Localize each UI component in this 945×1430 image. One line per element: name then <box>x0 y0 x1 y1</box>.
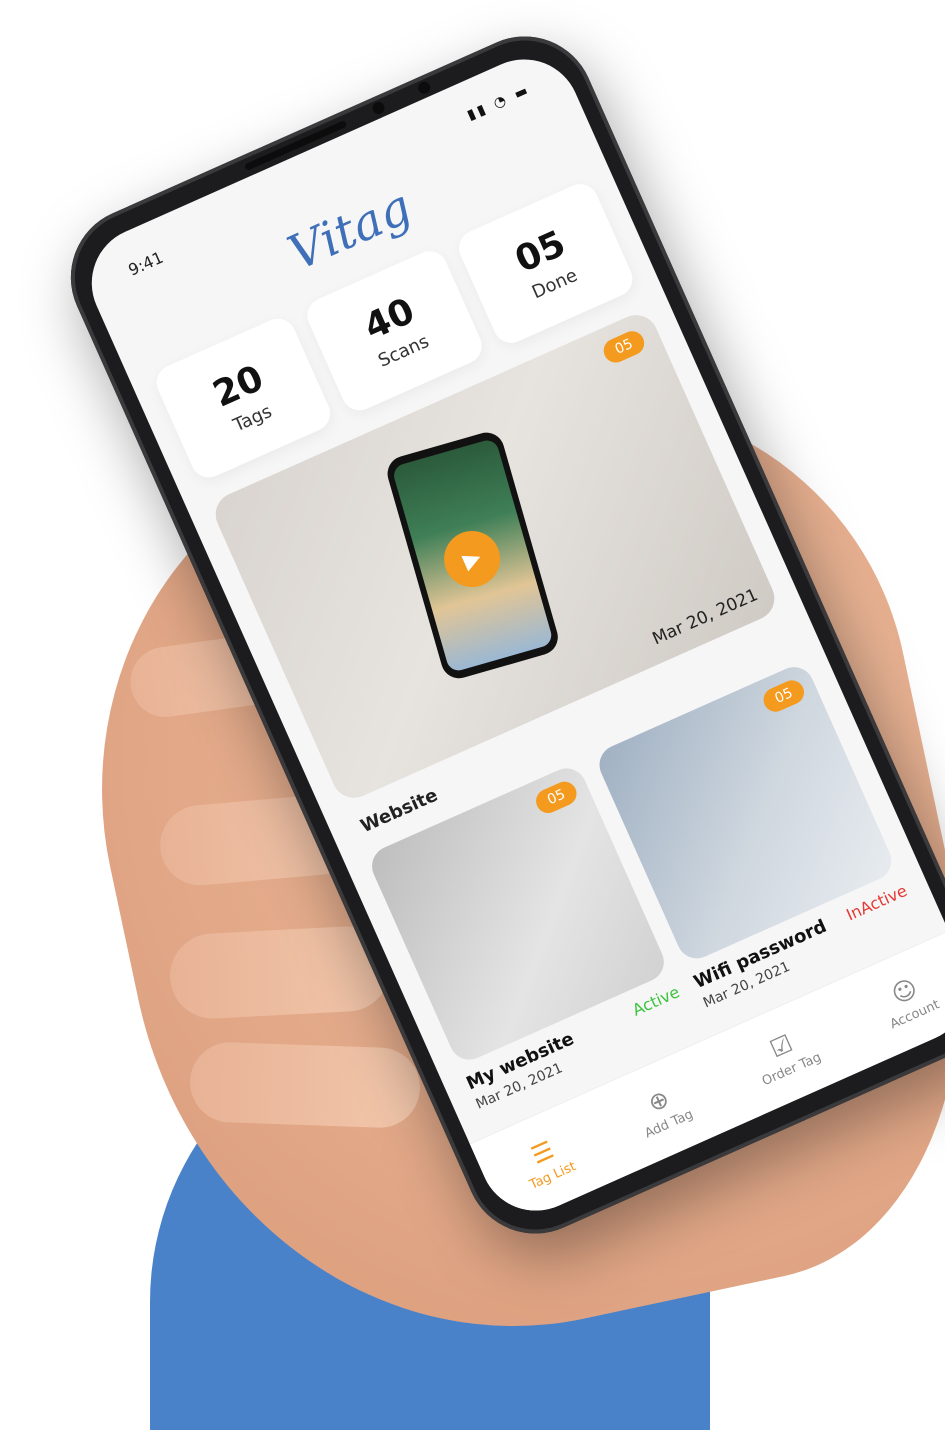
add-tag-icon: ⊕ <box>643 1083 674 1118</box>
signal-wifi-battery-icon: ▮▮ ◔ ▬ <box>464 81 534 124</box>
feature-date: Mar 20, 2021 <box>649 585 762 650</box>
count-badge: 05 <box>600 327 648 367</box>
order-tag-icon: ☑ <box>765 1028 797 1064</box>
tab-order-tag[interactable]: ☑ Order Tag <box>747 1020 824 1089</box>
tab-label: Add Tag <box>642 1106 696 1142</box>
finger-shape <box>188 1041 422 1129</box>
count-badge: 05 <box>759 676 808 716</box>
tab-add-tag[interactable]: ⊕ Add Tag <box>629 1077 695 1141</box>
tab-tag-list[interactable]: ☰ Tag List <box>514 1129 578 1192</box>
tag-list-icon: ☰ <box>526 1135 558 1170</box>
tab-account[interactable]: ☺ Account <box>875 968 942 1032</box>
status-time: 9:41 <box>125 247 167 280</box>
account-icon: ☺ <box>887 973 922 1009</box>
count-badge: 05 <box>532 777 581 817</box>
front-camera <box>370 100 387 116</box>
front-camera <box>416 79 433 96</box>
